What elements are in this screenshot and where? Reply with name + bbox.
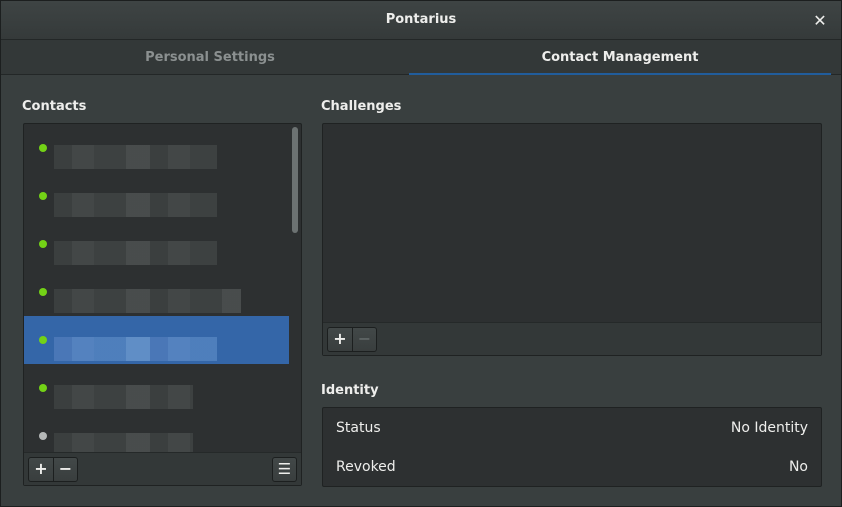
contact-name-redacted (54, 433, 193, 454)
presence-dot-icon (39, 288, 47, 296)
contacts-heading: Contacts (22, 99, 87, 114)
add-contact-button[interactable]: + (29, 458, 53, 481)
presence-dot-icon (39, 336, 47, 344)
contact-row[interactable] (24, 220, 289, 268)
app-window: Pontarius ✕ Personal Settings Contact Ma… (0, 0, 842, 507)
challenges-panel: + − (322, 123, 822, 356)
window-title: Pontarius (385, 12, 457, 27)
contact-name-redacted (54, 337, 217, 361)
identity-heading: Identity (321, 383, 379, 398)
contact-row[interactable] (24, 268, 289, 316)
identity-row-revoked: Revoked No (323, 447, 821, 486)
presence-dot-icon (39, 432, 47, 440)
contact-row[interactable] (24, 124, 289, 172)
identity-revoked-label: Revoked (336, 459, 396, 475)
challenges-heading: Challenges (321, 99, 402, 114)
close-icon[interactable]: ✕ (809, 10, 831, 32)
tab-personal-settings[interactable]: Personal Settings (11, 40, 409, 75)
identity-status-value: No Identity (730, 420, 808, 436)
contact-row[interactable] (24, 364, 289, 412)
contact-name-redacted (54, 145, 217, 169)
contact-list (24, 124, 289, 454)
challenges-add-remove-group: + − (327, 327, 377, 352)
remove-challenge-button[interactable]: − (352, 328, 376, 351)
scroll-thumb[interactable] (292, 127, 298, 233)
contact-name-redacted (54, 241, 217, 265)
contacts-toolbar: + − ☰ (24, 452, 301, 485)
presence-dot-icon (39, 144, 47, 152)
identity-status-label: Status (336, 420, 381, 436)
contacts-add-remove-group: + − (28, 457, 78, 482)
identity-row-status: Status No Identity (323, 408, 821, 447)
contacts-scrollbar[interactable] (291, 126, 299, 452)
title-bar[interactable]: Pontarius ✕ (1, 1, 841, 40)
contact-name-redacted (54, 289, 241, 313)
presence-dot-icon (39, 384, 47, 392)
presence-dot-icon (39, 192, 47, 200)
identity-revoked-value: No (788, 459, 808, 475)
identity-panel: Status No Identity Revoked No (322, 407, 822, 487)
remove-contact-button[interactable]: − (53, 458, 77, 481)
challenges-toolbar: + − (323, 322, 821, 355)
contact-name-redacted (54, 193, 217, 217)
contact-row[interactable] (24, 412, 289, 454)
tab-contact-management[interactable]: Contact Management (409, 40, 831, 75)
add-challenge-button[interactable]: + (328, 328, 352, 351)
contacts-menu-icon[interactable]: ☰ (272, 457, 297, 482)
contact-name-redacted (54, 385, 193, 409)
contact-row[interactable] (24, 172, 289, 220)
contacts-panel: + − ☰ (23, 123, 302, 486)
tab-bar: Personal Settings Contact Management (1, 40, 841, 75)
presence-dot-icon (39, 240, 47, 248)
contact-row[interactable] (24, 316, 289, 364)
